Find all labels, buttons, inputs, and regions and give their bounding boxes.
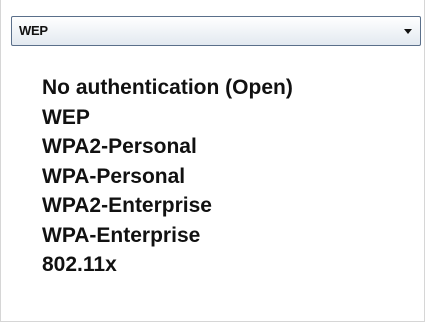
option-wep[interactable]: WEP [42, 103, 293, 133]
security-mode-select[interactable]: WEP [11, 16, 421, 46]
option-wpa2-personal[interactable]: WPA2-Personal [42, 132, 293, 162]
chevron-down-icon[interactable] [404, 29, 412, 34]
option-wpa-personal[interactable]: WPA-Personal [42, 162, 293, 192]
option-no-authentication[interactable]: No authentication (Open) [42, 73, 293, 103]
dropdown-panel: WEP No authentication (Open) WEP WPA2-Pe… [0, 0, 425, 322]
option-802-11x[interactable]: 802.11x [42, 250, 293, 280]
option-wpa2-enterprise[interactable]: WPA2-Enterprise [42, 191, 293, 221]
option-list: No authentication (Open) WEP WPA2-Person… [42, 73, 293, 280]
selected-value: WEP [19, 23, 48, 38]
option-wpa-enterprise[interactable]: WPA-Enterprise [42, 221, 293, 251]
